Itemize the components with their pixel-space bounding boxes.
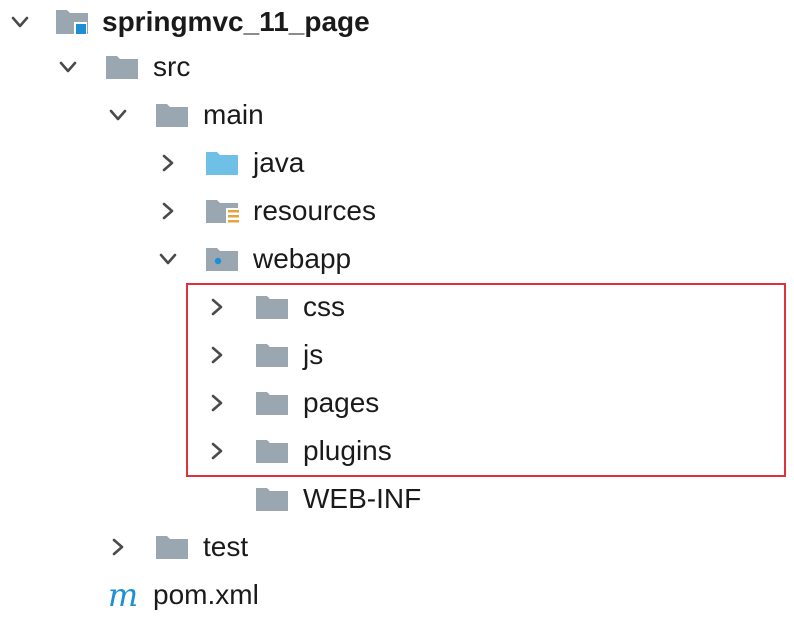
test-label: test: [203, 531, 249, 562]
folder-icon: [153, 93, 193, 137]
project-label: springmvc_11_page: [102, 6, 370, 37]
folder-icon: [103, 45, 143, 89]
tree-item-resources[interactable]: resources: [0, 189, 794, 233]
chevron-right-icon[interactable]: [154, 141, 182, 185]
chevron-right-icon[interactable]: [104, 525, 132, 569]
maven-m-icon: m: [107, 576, 139, 614]
tree-item-pom[interactable]: m pom.xml: [0, 573, 794, 617]
js-label: js: [303, 339, 324, 370]
tree-item-test[interactable]: test: [0, 525, 794, 569]
chevron-right-icon[interactable]: [203, 285, 231, 329]
folder-icon: [153, 525, 193, 569]
folder-icon: [253, 285, 293, 329]
folder-icon: [253, 429, 293, 473]
chevron-right-icon[interactable]: [154, 189, 182, 233]
tree-item-css[interactable]: css: [0, 285, 794, 329]
tree-item-webapp[interactable]: webapp: [0, 237, 794, 281]
resources-label: resources: [253, 195, 376, 226]
pom-label: pom.xml: [153, 579, 259, 610]
chevron-down-icon[interactable]: [104, 93, 132, 137]
folder-icon: [253, 477, 293, 521]
tree-item-web-inf[interactable]: WEB-INF: [0, 477, 794, 521]
chevron-down-icon[interactable]: [154, 237, 182, 281]
folder-icon: [253, 381, 293, 425]
chevron-right-icon[interactable]: [203, 429, 231, 473]
tree-item-js[interactable]: js: [0, 333, 794, 377]
tree-item-plugins[interactable]: plugins: [0, 429, 794, 473]
pages-label: pages: [303, 387, 380, 418]
tree-item-src[interactable]: src: [0, 45, 794, 89]
chevron-down-icon[interactable]: [6, 0, 34, 44]
java-label: java: [253, 147, 305, 178]
webapp-label: webapp: [253, 243, 352, 274]
resources-root-folder-icon: [203, 189, 243, 233]
tree-item-pages[interactable]: pages: [0, 381, 794, 425]
main-label: main: [203, 99, 264, 130]
css-label: css: [303, 291, 345, 322]
web-folder-icon: [203, 237, 243, 281]
chevron-down-icon[interactable]: [54, 45, 82, 89]
web-inf-label: WEB-INF: [303, 483, 422, 514]
tree-item-java[interactable]: java: [0, 141, 794, 185]
chevron-right-icon[interactable]: [203, 381, 231, 425]
src-label: src: [153, 51, 191, 82]
folder-icon: [253, 333, 293, 377]
tree-item-project[interactable]: springmvc_11_page: [0, 0, 794, 44]
chevron-right-icon[interactable]: [203, 333, 231, 377]
tree-item-main[interactable]: main: [0, 93, 794, 137]
plugins-label: plugins: [303, 435, 392, 466]
source-root-folder-icon: [203, 141, 243, 185]
module-folder-icon: [53, 0, 93, 44]
